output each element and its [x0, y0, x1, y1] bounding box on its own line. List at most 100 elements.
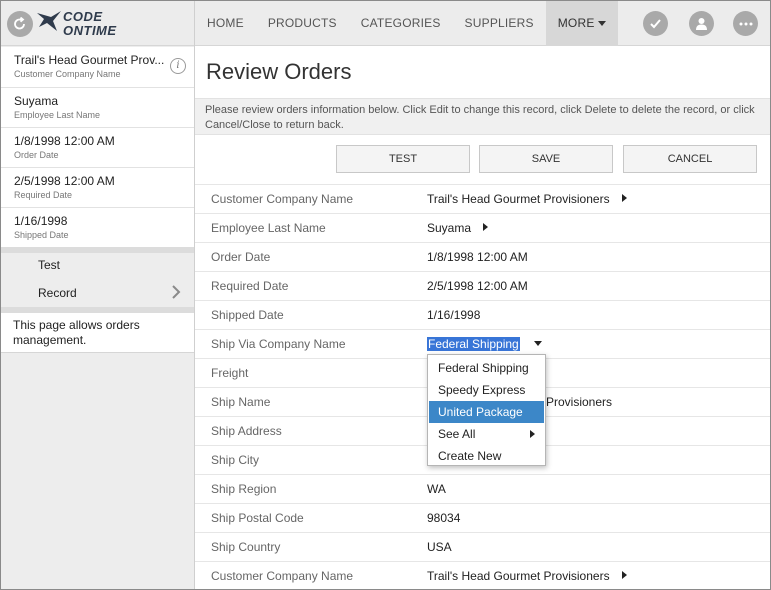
field-value-lookup[interactable]: Trail's Head Gourmet Provisioners: [427, 192, 627, 206]
sidebar-item-label: Test: [38, 258, 61, 272]
chevron-right-icon: [172, 285, 181, 299]
field-label: Ship Country: [211, 540, 281, 554]
field-row: Customer Company Name Trail's Head Gourm…: [195, 561, 770, 589]
dropdown-option-highlighted[interactable]: United Package: [429, 401, 544, 423]
app-window: CODE ONTIME Trail's Head Gourmet Prov...…: [0, 0, 771, 590]
summary-label: Required Date: [14, 190, 73, 200]
field-row: Shipped Date 1/16/1998: [195, 300, 770, 329]
field-value[interactable]: 1/8/1998 12:00 AM: [427, 250, 528, 264]
field-row: Ship Region WA: [195, 474, 770, 503]
sidebar-header: CODE ONTIME: [1, 1, 194, 46]
field-value[interactable]: 2/5/1998 12:00 AM: [427, 279, 528, 293]
main-content: Review Orders Please review orders infor…: [195, 47, 770, 589]
summary-value: 1/8/1998 12:00 AM: [14, 134, 115, 148]
dropdown-option[interactable]: Federal Shipping: [429, 357, 544, 379]
triangle-down-icon: [533, 341, 542, 346]
form-description: Please review orders information below. …: [195, 98, 770, 135]
triangle-right-icon: [621, 571, 627, 579]
field-value-lookup[interactable]: Suyama: [427, 221, 489, 235]
menu-item-products[interactable]: PRODUCTS: [256, 1, 349, 46]
summary-value: Trail's Head Gourmet Prov...: [14, 53, 165, 67]
field-value[interactable]: 98034: [427, 511, 460, 525]
test-button[interactable]: TEST: [336, 145, 470, 173]
field-row: Ship Postal Code 98034: [195, 503, 770, 532]
summary-item[interactable]: 2/5/1998 12:00 AM Required Date: [1, 168, 194, 208]
logo-text-ontime: ONTIME: [63, 23, 117, 38]
sidebar-item-test[interactable]: Test: [1, 253, 194, 281]
field-label: Ship City: [211, 453, 260, 467]
menu-item-more[interactable]: MORE: [545, 1, 618, 46]
caret-down-icon: [597, 21, 606, 27]
checkmark-button[interactable]: [643, 11, 668, 36]
page-title: Review Orders: [206, 59, 352, 84]
field-row: Order Date 1/8/1998 12:00 AM: [195, 242, 770, 271]
dropdown-option-see-all[interactable]: See All: [429, 423, 544, 445]
menu-item-home[interactable]: HOME: [195, 1, 256, 46]
back-arrow-icon: [14, 17, 25, 30]
dropdown-option-label: See All: [438, 427, 476, 441]
selected-value: Federal Shipping: [427, 337, 520, 351]
field-label: Required Date: [211, 279, 289, 293]
record-summary: Trail's Head Gourmet Prov... Customer Co…: [1, 47, 194, 248]
field-value: Suyama: [427, 221, 472, 235]
field-label: Ship Address: [211, 424, 282, 438]
more-options-icon: [739, 22, 752, 25]
cancel-button[interactable]: CANCEL: [623, 145, 757, 173]
menu-item-categories[interactable]: CATEGORIES: [349, 1, 453, 46]
field-label: Order Date: [211, 250, 271, 264]
logo-text-code: CODE: [63, 9, 103, 24]
sidebar-nav: Test Record: [1, 253, 194, 309]
field-label: Employee Last Name: [211, 221, 326, 235]
summary-label: Order Date: [14, 150, 59, 160]
field-label: Ship Via Company Name: [211, 337, 346, 351]
field-value: Trail's Head Gourmet Provisioners: [427, 569, 610, 583]
sidebar-item-record[interactable]: Record: [1, 281, 194, 309]
triangle-right-icon: [530, 430, 535, 438]
menu-item-suppliers[interactable]: SUPPLIERS: [453, 1, 546, 46]
code-ontime-logo[interactable]: CODE ONTIME: [37, 9, 129, 39]
save-button[interactable]: SAVE: [479, 145, 613, 173]
field-label: Customer Company Name: [211, 569, 354, 583]
menu-item-label: MORE: [557, 16, 595, 30]
field-row: Required Date 2/5/1998 12:00 AM: [195, 271, 770, 300]
user-button[interactable]: [689, 11, 714, 36]
top-menu-bar: HOME PRODUCTS CATEGORIES SUPPLIERS MORE: [195, 1, 770, 46]
page-description: This page allows orders management.: [1, 313, 194, 353]
summary-label: Shipped Date: [14, 230, 69, 240]
field-label: Freight: [211, 366, 249, 380]
summary-item[interactable]: 1/8/1998 12:00 AM Order Date: [1, 128, 194, 168]
field-value: Trail's Head Gourmet Provisioners: [427, 192, 610, 206]
main-menu: HOME PRODUCTS CATEGORIES SUPPLIERS MORE: [195, 1, 618, 46]
summary-value: 2/5/1998 12:00 AM: [14, 174, 115, 188]
summary-item[interactable]: Trail's Head Gourmet Prov... Customer Co…: [1, 47, 194, 88]
summary-value: Suyama: [14, 94, 59, 108]
summary-label: Customer Company Name: [14, 69, 121, 79]
field-value[interactable]: Provisioners: [546, 395, 612, 409]
logo-bird-icon: [37, 11, 61, 31]
checkmark-icon: [650, 19, 661, 29]
sidebar-item-label: Record: [38, 286, 77, 300]
triangle-right-icon: [621, 194, 627, 202]
dropdown-option-create-new[interactable]: Create New: [429, 445, 544, 467]
field-row: Employee Last Name Suyama: [195, 213, 770, 242]
info-icon[interactable]: i: [170, 58, 186, 74]
field-value[interactable]: 1/16/1998: [427, 308, 480, 322]
summary-item[interactable]: Suyama Employee Last Name: [1, 88, 194, 128]
summary-item[interactable]: 1/16/1998 Shipped Date: [1, 208, 194, 248]
dropdown-option[interactable]: Speedy Express: [429, 379, 544, 401]
back-button[interactable]: [7, 11, 33, 37]
field-label: Shipped Date: [211, 308, 284, 322]
user-icon: [696, 18, 707, 30]
field-value[interactable]: USA: [427, 540, 452, 554]
sidebar: CODE ONTIME Trail's Head Gourmet Prov...…: [1, 1, 195, 589]
field-label: Customer Company Name: [211, 192, 354, 206]
ship-via-select[interactable]: Federal Shipping: [427, 337, 542, 351]
field-value[interactable]: WA: [427, 482, 446, 496]
field-label: Ship Name: [211, 395, 271, 409]
ship-via-dropdown-list: Federal Shipping Speedy Express United P…: [427, 354, 546, 466]
field-label: Ship Postal Code: [211, 511, 304, 525]
summary-label: Employee Last Name: [14, 110, 101, 120]
more-options-button[interactable]: [733, 11, 758, 36]
field-value-lookup[interactable]: Trail's Head Gourmet Provisioners: [427, 569, 627, 583]
field-label: Ship Region: [211, 482, 277, 496]
